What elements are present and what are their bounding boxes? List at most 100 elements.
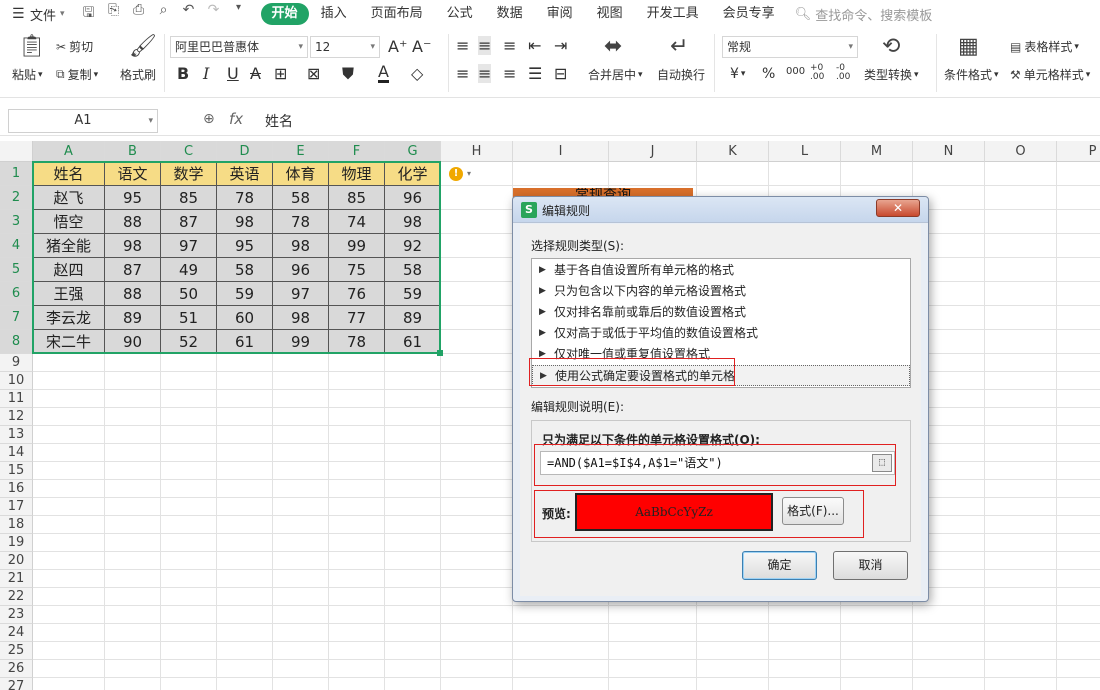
grid-cell[interactable] (329, 660, 385, 678)
table-cell[interactable]: 98 (385, 210, 441, 234)
grid-cell[interactable] (609, 162, 697, 186)
row-header-19[interactable]: 19 (0, 534, 33, 552)
cell-fill-pattern-icon[interactable]: ⊠ (307, 64, 320, 83)
row-header-7[interactable]: 7 (0, 306, 33, 330)
range-picker-icon[interactable]: ⬚ (872, 454, 892, 472)
table-header-cell[interactable]: 姓名 (33, 162, 105, 186)
grid-cell[interactable] (329, 588, 385, 606)
grid-cell[interactable] (329, 480, 385, 498)
table-cell[interactable]: 76 (329, 282, 385, 306)
grid-cell[interactable] (441, 354, 513, 372)
grid-cell[interactable] (1057, 678, 1100, 690)
grid-cell[interactable] (985, 444, 1057, 462)
grid-cell[interactable] (273, 408, 329, 426)
grid-cell[interactable] (697, 660, 769, 678)
grid-cell[interactable] (913, 678, 985, 690)
grid-cell[interactable] (985, 462, 1057, 480)
grid-cell[interactable] (329, 642, 385, 660)
grid-cell[interactable] (105, 426, 161, 444)
grid-cell[interactable] (329, 606, 385, 624)
merge-center-icon[interactable]: ⬌ (604, 34, 622, 59)
grid-cell[interactable] (33, 624, 105, 642)
grid-cell[interactable] (161, 570, 217, 588)
table-cell[interactable]: 61 (217, 330, 273, 354)
grid-cell[interactable] (161, 606, 217, 624)
grid-cell[interactable] (385, 606, 441, 624)
grid-cell[interactable] (769, 660, 841, 678)
grid-cell[interactable] (273, 462, 329, 480)
grid-cell[interactable] (273, 678, 329, 690)
grid-cell[interactable] (1057, 642, 1100, 660)
table-cell[interactable]: 88 (105, 210, 161, 234)
grid-cell[interactable] (385, 624, 441, 642)
cancel-button[interactable]: 取消 (833, 551, 908, 580)
row-header-8[interactable]: 8 (0, 330, 33, 354)
rule-type-item[interactable]: ▶ 仅对排名靠前或靠后的数值设置格式 (532, 302, 910, 323)
copy-button[interactable]: ⧉ 复制 ▾ (56, 66, 98, 83)
table-cell[interactable]: 99 (329, 234, 385, 258)
grid-cell[interactable] (161, 516, 217, 534)
grid-cell[interactable] (769, 678, 841, 690)
table-cell[interactable]: 74 (329, 210, 385, 234)
column-header-j[interactable]: J (609, 141, 697, 162)
type-convert-button[interactable]: 类型转换 ▾ (864, 66, 919, 83)
grid-cell[interactable] (329, 516, 385, 534)
grid-cell[interactable] (841, 678, 913, 690)
grid-cell[interactable] (217, 462, 273, 480)
grid-cell[interactable] (33, 390, 105, 408)
grid-cell[interactable] (697, 642, 769, 660)
zoom-icon[interactable]: ⊕ (203, 111, 215, 127)
justify-icon[interactable]: ☰ (528, 64, 542, 83)
rule-type-list[interactable]: ▶ 基于各自值设置所有单元格的格式 ▶ 只为包含以下内容的单元格设置格式 ▶ 仅对排名靠前… (531, 258, 911, 388)
table-cell[interactable]: 52 (161, 330, 217, 354)
tab-4[interactable]: 数据 (485, 3, 535, 25)
grid-cell[interactable] (385, 642, 441, 660)
grid-cell[interactable] (33, 354, 105, 372)
decrease-font-icon[interactable]: A⁻ (412, 37, 431, 56)
grid-cell[interactable] (105, 390, 161, 408)
grid-cell[interactable] (217, 678, 273, 690)
grid-cell[interactable] (385, 552, 441, 570)
row-header-9[interactable]: 9 (0, 354, 33, 372)
grid-cell[interactable] (697, 624, 769, 642)
row-header-27[interactable]: 27 (0, 678, 33, 690)
grid-cell[interactable] (1057, 306, 1100, 330)
table-cell[interactable]: 李云龙 (33, 306, 105, 330)
grid-cell[interactable] (1057, 186, 1100, 210)
column-header-e[interactable]: E (273, 141, 329, 162)
grid-cell[interactable] (913, 162, 985, 186)
grid-cell[interactable] (105, 462, 161, 480)
column-header-c[interactable]: C (161, 141, 217, 162)
grid-cell[interactable] (161, 588, 217, 606)
table-cell[interactable]: 王强 (33, 282, 105, 306)
table-cell[interactable]: 89 (385, 306, 441, 330)
table-cell[interactable]: 87 (161, 210, 217, 234)
row-header-24[interactable]: 24 (0, 624, 33, 642)
grid-cell[interactable] (1057, 516, 1100, 534)
row-header-11[interactable]: 11 (0, 390, 33, 408)
column-header-f[interactable]: F (329, 141, 385, 162)
grid-cell[interactable] (441, 606, 513, 624)
grid-cell[interactable] (329, 372, 385, 390)
table-cell[interactable]: 98 (105, 234, 161, 258)
conditional-format-icon[interactable]: ▦ (958, 34, 979, 59)
grid-cell[interactable] (441, 282, 513, 306)
grid-cell[interactable] (985, 516, 1057, 534)
grid-cell[interactable] (217, 426, 273, 444)
grid-cell[interactable] (697, 162, 769, 186)
grid-cell[interactable] (329, 678, 385, 690)
table-cell[interactable]: 85 (161, 186, 217, 210)
grid-cell[interactable] (33, 498, 105, 516)
grid-cell[interactable] (1057, 210, 1100, 234)
table-header-cell[interactable]: 物理 (329, 162, 385, 186)
grid-cell[interactable] (105, 534, 161, 552)
grid-cell[interactable] (33, 462, 105, 480)
align-bottom-icon[interactable]: ≡ (503, 36, 516, 55)
grid-cell[interactable] (441, 426, 513, 444)
rule-type-item[interactable]: ▶ 仅对高于或低于平均值的数值设置格式 (532, 323, 910, 344)
grid-cell[interactable] (1057, 606, 1100, 624)
italic-icon[interactable]: I (203, 64, 209, 83)
rule-type-item[interactable]: ▶ 只为包含以下内容的单元格设置格式 (532, 281, 910, 302)
table-cell[interactable]: 58 (385, 258, 441, 282)
table-cell[interactable]: 85 (329, 186, 385, 210)
